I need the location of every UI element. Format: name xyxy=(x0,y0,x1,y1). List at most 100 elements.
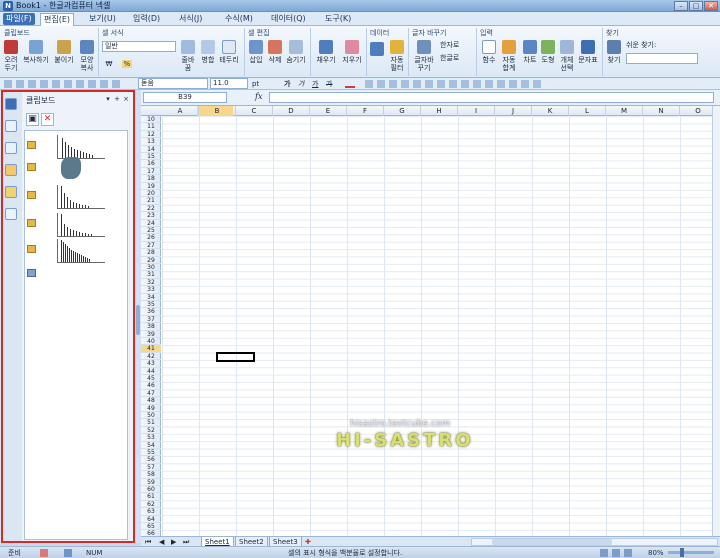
fill-button[interactable]: 채우기 xyxy=(314,40,338,64)
hangul-button[interactable]: 한글로 xyxy=(440,54,476,62)
shape-button[interactable]: 도형 xyxy=(540,40,556,64)
column-header-cell[interactable]: K xyxy=(532,106,569,116)
row-header-cell[interactable]: 47 xyxy=(141,390,161,398)
quick-find-input[interactable] xyxy=(626,53,698,64)
row-header-cell[interactable]: 40 xyxy=(141,338,161,346)
scroll-thumb[interactable] xyxy=(492,539,612,545)
hanja-button[interactable]: 한자로 xyxy=(440,41,476,49)
column-header-cell[interactable]: B xyxy=(199,106,236,116)
row-header-cell[interactable]: 32 xyxy=(141,279,161,287)
font-color-icon[interactable] xyxy=(345,86,355,88)
italic-button[interactable]: 가 xyxy=(298,79,304,89)
column-header-cell[interactable]: H xyxy=(421,106,458,116)
clear-button[interactable]: 지우기 xyxy=(340,40,364,64)
row-header-cell[interactable]: 55 xyxy=(141,449,161,457)
column-header-cell[interactable]: M xyxy=(606,106,643,116)
row-header-cell[interactable]: 57 xyxy=(141,464,161,472)
row-header-cell[interactable]: 12 xyxy=(141,131,161,139)
sheet-status-icon[interactable] xyxy=(64,549,72,557)
cell-area[interactable] xyxy=(162,116,720,536)
column-header-cell[interactable]: C xyxy=(236,106,273,116)
row-header-cell[interactable]: 60 xyxy=(141,486,161,494)
hide-button[interactable]: 숨기기 xyxy=(285,40,307,64)
row-header-cell[interactable]: 38 xyxy=(141,323,161,331)
splitter-grip-icon[interactable] xyxy=(136,305,140,335)
row-header-cell[interactable]: 21 xyxy=(141,197,161,205)
row-header-cell[interactable]: 13 xyxy=(141,138,161,146)
row-header-cell[interactable]: 43 xyxy=(141,360,161,368)
row-header-cell[interactable]: 53 xyxy=(141,434,161,442)
alignment-icons[interactable] xyxy=(365,80,545,88)
row-header-cell[interactable]: 41 xyxy=(141,345,161,353)
menu-input[interactable]: 입력(D) xyxy=(130,13,163,25)
spreadsheet-grid[interactable]: ABCDEFGHIJKLMNO 10 11 12 13 14 15 16 17 18 19 20 21… xyxy=(141,106,720,536)
name-box[interactable]: B39 xyxy=(143,92,227,103)
row-header-cell[interactable]: 44 xyxy=(141,368,161,375)
column-header-cell[interactable]: I xyxy=(458,106,495,116)
bold-button[interactable]: 가 xyxy=(284,79,290,89)
row-header-cell[interactable]: 59 xyxy=(141,479,161,486)
column-header-cell[interactable]: J xyxy=(495,106,532,116)
row-header-cell[interactable]: 64 xyxy=(141,516,161,523)
char-convert-button[interactable]: 글자바꾸기 xyxy=(412,40,436,72)
menu-file[interactable]: 파일(F) xyxy=(3,13,35,25)
row-header-cell[interactable]: 26 xyxy=(141,234,161,242)
menu-edit[interactable]: 편집(E) xyxy=(40,13,75,26)
minimize-button[interactable]: – xyxy=(674,1,688,11)
row-header-cell[interactable]: 19 xyxy=(141,183,161,190)
function-icon[interactable]: fx xyxy=(255,92,262,101)
merge-button[interactable]: 병합 xyxy=(200,40,216,64)
format-copy-button[interactable]: 모양복사 xyxy=(78,40,96,72)
app-icon[interactable]: N xyxy=(3,1,13,11)
row-header-cell[interactable]: 63 xyxy=(141,508,161,516)
column-header-cell[interactable]: E xyxy=(310,106,347,116)
row-header-cell[interactable]: 45 xyxy=(141,375,161,383)
delete-button[interactable]: 삭제 xyxy=(266,40,284,64)
row-header-cell[interactable]: 16 xyxy=(141,160,161,168)
row-header-cell[interactable]: 31 xyxy=(141,271,161,279)
column-header-cell[interactable]: N xyxy=(643,106,680,116)
column-header-cell[interactable]: D xyxy=(273,106,310,116)
view-mode-icons[interactable] xyxy=(600,549,636,557)
close-button[interactable]: ✕ xyxy=(704,1,718,11)
row-header-cell[interactable]: 39 xyxy=(141,331,161,338)
row-header-cell[interactable]: 15 xyxy=(141,153,161,161)
menu-tools[interactable]: 도구(K) xyxy=(322,13,354,25)
row-header-cell[interactable]: 25 xyxy=(141,227,161,235)
borders-button[interactable]: 테두리 xyxy=(218,40,240,64)
row-header-cell[interactable]: 61 xyxy=(141,493,161,501)
row-header-cell[interactable]: 30 xyxy=(141,264,161,272)
zoom-slider[interactable] xyxy=(668,551,714,554)
percent-button[interactable]: % xyxy=(122,60,132,68)
find-button[interactable]: 찾기 xyxy=(606,40,622,64)
row-header-cell[interactable]: 46 xyxy=(141,382,161,390)
paste-button[interactable]: 붙이기 xyxy=(52,40,76,64)
maximize-button[interactable]: □ xyxy=(689,1,703,11)
row-header-cell[interactable]: 28 xyxy=(141,249,161,257)
menu-format[interactable]: 서식(J) xyxy=(176,13,205,25)
row-header-cell[interactable]: 52 xyxy=(141,427,161,435)
formula-input[interactable] xyxy=(269,92,714,103)
autofilter-button[interactable]: 자동필터 xyxy=(388,40,406,72)
quick-access-icons[interactable] xyxy=(4,80,124,88)
active-cell[interactable] xyxy=(216,352,255,362)
autosum-button[interactable]: 자동합계 xyxy=(500,40,518,72)
zoom-knob[interactable] xyxy=(680,548,684,557)
row-header-cell[interactable]: 17 xyxy=(141,168,161,176)
row-header-cell[interactable]: 50 xyxy=(141,412,161,420)
char-table-button[interactable]: 문자표 xyxy=(578,40,598,64)
function-button[interactable]: 함수 xyxy=(480,40,498,64)
copy-button[interactable]: 복사하기 xyxy=(22,40,50,64)
row-header-cell[interactable]: 18 xyxy=(141,175,161,183)
font-size-combo[interactable]: 11.0 xyxy=(210,78,248,89)
row-header-cell[interactable]: 49 xyxy=(141,405,161,412)
row-header-cell[interactable]: 58 xyxy=(141,471,161,479)
row-header-cell[interactable]: 33 xyxy=(141,286,161,294)
column-header-cell[interactable]: F xyxy=(347,106,384,116)
strike-button[interactable]: 가 xyxy=(326,79,332,89)
row-header-cell[interactable]: 42 xyxy=(141,353,161,361)
row-header-cell[interactable]: 11 xyxy=(141,123,161,131)
menu-formula[interactable]: 수식(M) xyxy=(222,13,256,25)
row-header-cell[interactable]: 20 xyxy=(141,190,161,198)
sort-button[interactable] xyxy=(370,42,384,58)
